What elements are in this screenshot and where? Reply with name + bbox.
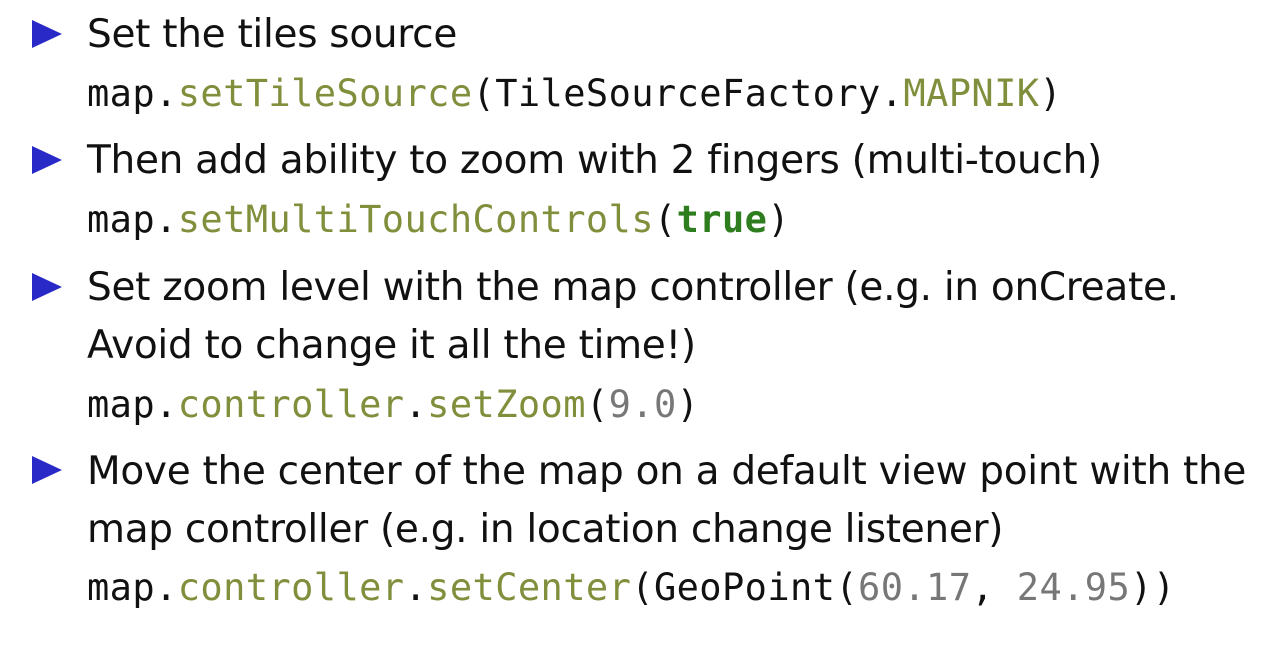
code-token: ) [676, 383, 700, 426]
code-token: ) [767, 198, 791, 241]
code-line: map.controller.setZoom(9.0) [87, 386, 699, 423]
code-token: true [676, 198, 768, 241]
bullet-text: map controller (e.g. in location change … [87, 507, 1004, 552]
code-token: controller [177, 383, 405, 426]
code-token: setMultiTouchControls [177, 198, 654, 241]
code-line: map.controller.setCenter(GeoPoint(60.17,… [87, 569, 1176, 606]
code-token: ( [585, 383, 609, 426]
code-token: . [404, 566, 428, 609]
bullet-marker-icon [32, 456, 62, 484]
bullet-text: Then add ability to zoom with 2 fingers … [87, 138, 1102, 183]
code-line: map.setTileSource(TileSourceFactory.MAPN… [87, 75, 1062, 112]
bullet-marker-icon [32, 146, 62, 174]
code-token: setZoom [427, 383, 586, 426]
bullet-text: Set the tiles source [87, 12, 458, 57]
code-token: setTileSource [177, 72, 473, 115]
code-token: map. [87, 566, 178, 609]
code-token: map. [87, 383, 178, 426]
code-token: (TileSourceFactory. [472, 72, 904, 115]
code-token: controller [177, 566, 405, 609]
code-token: MAPNIK [903, 72, 1040, 115]
code-token: 9.0 [608, 383, 677, 426]
code-token: )) [1130, 566, 1176, 609]
bullet-marker-icon [32, 20, 62, 48]
code-token: 24.95 [1016, 566, 1131, 609]
code-token: , [971, 566, 1017, 609]
code-token: (GeoPoint( [631, 566, 859, 609]
code-line: map.setMultiTouchControls(true) [87, 201, 790, 238]
code-token: . [404, 383, 428, 426]
code-token: 60.17 [858, 566, 972, 609]
code-token: setCenter [427, 566, 632, 609]
bullet-text: Move the center of the map on a default … [87, 449, 1247, 494]
code-token: ) [1039, 72, 1063, 115]
code-token: map. [87, 72, 178, 115]
bullet-marker-icon [32, 273, 62, 301]
bullet-text: Set zoom level with the map controller (… [87, 265, 1179, 310]
code-token: map. [87, 198, 178, 241]
bullet-text: Avoid to change it all the time!) [87, 323, 696, 368]
code-token: ( [653, 198, 677, 241]
